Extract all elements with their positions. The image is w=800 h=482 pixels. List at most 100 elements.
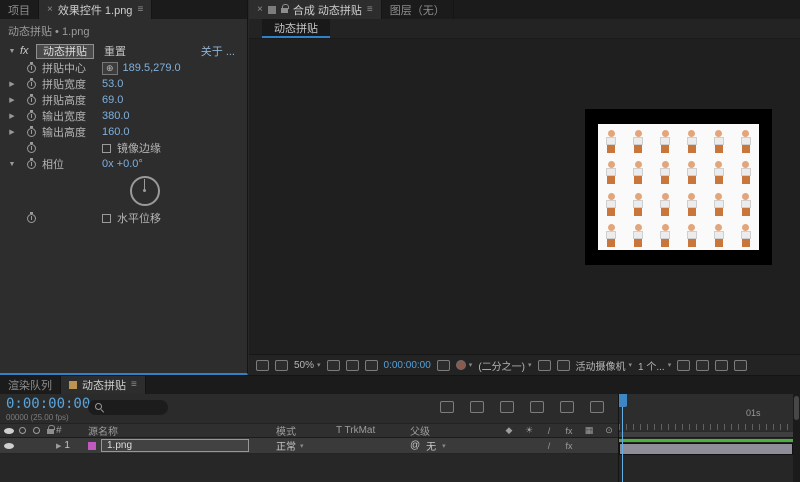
snapshot-icon[interactable] bbox=[436, 359, 450, 371]
mask-visibility-icon[interactable] bbox=[275, 359, 288, 371]
collapse-icon[interactable]: ▼ bbox=[4, 161, 20, 168]
timeline-main: 0:00:00:00 00000 (25.00 fps) # 源名称 模式 T … bbox=[0, 394, 800, 482]
property-value[interactable]: 69.0 bbox=[102, 94, 123, 106]
shy-icon[interactable] bbox=[500, 401, 514, 413]
visibility-eye-icon[interactable] bbox=[3, 442, 14, 449]
transparency-grid-icon[interactable] bbox=[364, 359, 378, 371]
pixel-aspect-icon[interactable] bbox=[556, 359, 570, 371]
label-color-chip[interactable] bbox=[88, 441, 96, 450]
region-of-interest-icon[interactable] bbox=[345, 359, 359, 371]
flowchart-icon[interactable] bbox=[696, 359, 710, 371]
tab-project[interactable]: 项目 bbox=[0, 0, 39, 19]
stopwatch-icon[interactable] bbox=[26, 211, 36, 223]
tab-layer[interactable]: 图层（无） bbox=[382, 0, 454, 19]
stopwatch-icon[interactable] bbox=[26, 141, 36, 153]
stopwatch-icon[interactable] bbox=[26, 109, 36, 121]
mini-flowchart-icon[interactable] bbox=[440, 401, 454, 413]
stopwatch-icon[interactable] bbox=[26, 61, 36, 73]
tab-effect-controls[interactable]: × 效果控件 1.png ≡ bbox=[39, 0, 153, 19]
stopwatch-icon[interactable] bbox=[26, 125, 36, 137]
trkmat-column-header[interactable]: T TrkMat bbox=[332, 425, 402, 436]
layer-duration-bar[interactable] bbox=[619, 443, 793, 455]
angle-dial[interactable] bbox=[130, 176, 160, 206]
scrollbar-thumb[interactable] bbox=[794, 396, 799, 420]
mode-column-header[interactable]: 模式 bbox=[270, 423, 332, 438]
mirror-edges-checkbox[interactable] bbox=[102, 143, 111, 153]
layer-fx-switch[interactable]: fx bbox=[564, 441, 574, 451]
property-row-horizontal-shift: 水平位移 bbox=[0, 210, 247, 226]
tab-render-queue[interactable]: 渲染队列 bbox=[0, 376, 61, 394]
expander-icon[interactable]: ▶ bbox=[4, 112, 20, 120]
about-link[interactable]: 关于 ... bbox=[201, 43, 235, 59]
motion-blur-icon[interactable] bbox=[560, 401, 574, 413]
exposure-gain-icon[interactable] bbox=[734, 359, 748, 371]
horizontal-shift-checkbox[interactable] bbox=[102, 213, 111, 223]
target-region-icon[interactable] bbox=[537, 359, 551, 371]
property-value[interactable]: 380.0 bbox=[102, 110, 130, 122]
pickwhip-icon[interactable]: @ bbox=[410, 440, 420, 451]
time-ruler[interactable]: 01s bbox=[619, 394, 793, 438]
camera-select[interactable]: 活动摄像机 ▾ bbox=[576, 358, 633, 373]
parent-column-header[interactable]: 父级 bbox=[402, 423, 498, 438]
expander-icon[interactable]: ▶ bbox=[4, 80, 20, 88]
property-value[interactable]: 0x +0.0° bbox=[102, 158, 143, 170]
tab-timeline-comp[interactable]: 动态拼贴 ≡ bbox=[61, 376, 146, 394]
stopwatch-icon[interactable] bbox=[26, 93, 36, 105]
property-value[interactable]: 160.0 bbox=[102, 126, 130, 138]
effect-collapse-icon[interactable]: ▼ bbox=[4, 48, 20, 55]
grid-options-icon[interactable] bbox=[256, 359, 269, 371]
close-icon[interactable]: × bbox=[257, 4, 263, 15]
panel-menu-icon[interactable]: ≡ bbox=[131, 380, 137, 390]
tab-composition[interactable]: × 合成 动态拼贴 ≡ bbox=[249, 0, 382, 19]
layer-expander-icon[interactable]: ▶ bbox=[56, 442, 61, 450]
channels-select[interactable]: ▾ bbox=[455, 360, 472, 370]
comp-panel-tabbar: × 合成 动态拼贴 ≡ 图层（无） bbox=[249, 0, 800, 19]
layer-name[interactable]: 1.png bbox=[101, 439, 249, 452]
property-row-mirror-edges: 镜像边缘 bbox=[0, 140, 247, 156]
layer-row[interactable]: ▶ 1 1.png 正常 ▾ @ 无 ▾ / fx bbox=[0, 438, 618, 454]
panel-menu-icon[interactable]: ≡ bbox=[137, 4, 143, 15]
comp-timecode[interactable]: 0:00:00:00 bbox=[384, 360, 431, 371]
lock-icon[interactable] bbox=[280, 4, 289, 13]
close-icon[interactable]: × bbox=[47, 4, 53, 15]
draft-3d-icon[interactable] bbox=[470, 401, 484, 413]
timeline-tools bbox=[440, 401, 604, 413]
composition-viewer[interactable] bbox=[249, 39, 800, 354]
viewer-tab-motion-tile[interactable]: 动态拼贴 bbox=[262, 19, 330, 38]
playhead[interactable] bbox=[619, 394, 627, 482]
timecode-display[interactable]: 0:00:00:00 bbox=[6, 396, 90, 412]
property-label: 拼贴高度 bbox=[42, 95, 86, 107]
blend-mode-select[interactable]: 正常 ▾ bbox=[270, 438, 332, 453]
reset-exposure-icon[interactable] bbox=[715, 359, 729, 371]
resolution-select[interactable]: (二分之一) ▾ bbox=[478, 358, 531, 373]
fx-badge[interactable]: fx bbox=[20, 45, 36, 57]
work-area-bar[interactable] bbox=[619, 431, 793, 437]
stopwatch-icon[interactable] bbox=[26, 77, 36, 89]
property-value[interactable]: 189.5,279.0 bbox=[123, 62, 181, 74]
zoom-select[interactable]: 50% ▾ bbox=[294, 360, 321, 371]
expander-icon[interactable]: ▶ bbox=[4, 96, 20, 104]
resolution-value: (二分之一) bbox=[478, 361, 525, 373]
panel-menu-icon[interactable]: ≡ bbox=[367, 4, 373, 15]
parent-select[interactable]: 无 bbox=[426, 438, 436, 453]
timeline-scrollbar[interactable] bbox=[793, 394, 800, 482]
expander-icon[interactable]: ▶ bbox=[4, 128, 20, 136]
timeline-button-icon[interactable] bbox=[677, 359, 691, 371]
stopwatch-icon[interactable] bbox=[26, 157, 36, 169]
property-value[interactable]: 53.0 bbox=[102, 78, 123, 90]
viewer-tab-row: 动态拼贴 bbox=[249, 19, 800, 39]
graph-editor-icon[interactable] bbox=[590, 401, 604, 413]
search-input[interactable] bbox=[88, 400, 168, 415]
safe-margins-icon[interactable] bbox=[326, 359, 340, 371]
chevron-down-icon: ▾ bbox=[442, 442, 446, 450]
reset-button[interactable]: 重置 bbox=[104, 43, 126, 59]
effect-name[interactable]: 动态拼贴 bbox=[36, 43, 94, 59]
layer-switches: / fx bbox=[498, 441, 618, 451]
timeline-track-area[interactable]: 01s bbox=[618, 394, 793, 482]
view-layout-select[interactable]: 1 个... ▾ bbox=[638, 358, 671, 373]
frame-info: 00000 (25.00 fps) bbox=[6, 413, 69, 422]
sprite-figure bbox=[598, 124, 625, 156]
point-picker-button[interactable]: ⊕ bbox=[102, 61, 118, 75]
frame-blend-icon[interactable] bbox=[530, 401, 544, 413]
layer-quality-switch[interactable]: / bbox=[544, 441, 554, 451]
